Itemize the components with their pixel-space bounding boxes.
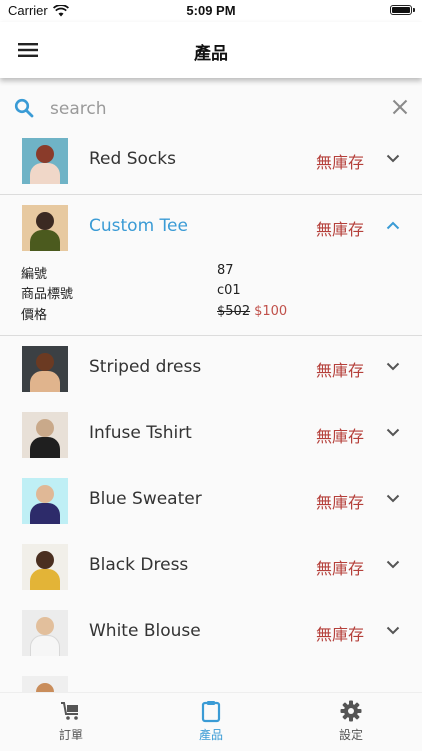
status-time: 5:09 PM xyxy=(186,3,236,18)
chevron-up-icon[interactable] xyxy=(386,221,400,230)
clear-search-icon[interactable] xyxy=(392,99,408,115)
detail-sku-value: c01 xyxy=(217,283,241,298)
product-image xyxy=(22,544,68,590)
stock-status: 無庫存 xyxy=(315,153,364,172)
search-icon xyxy=(14,98,34,118)
stock-status: 無庫存 xyxy=(315,427,364,446)
product-row[interactable]: Infuse Tshirt 無庫存 xyxy=(0,402,422,468)
product-name: White Blouse xyxy=(89,621,201,641)
detail-id-label: 編號 xyxy=(21,267,48,282)
tab-settings[interactable]: 設定 xyxy=(281,699,421,745)
cart-icon xyxy=(61,702,78,720)
search-input[interactable] xyxy=(48,95,372,123)
product-list: Red Socks 無庫存 Custom Tee 無庫存 編號 87 商品標號 … xyxy=(0,128,422,692)
product-row[interactable]: White Blouse 無庫存 xyxy=(0,600,422,666)
chevron-down-icon[interactable] xyxy=(386,560,400,569)
app-bar: 產品 xyxy=(0,22,422,78)
product-row[interactable]: Blue Sweater 無庫存 xyxy=(0,468,422,534)
tab-products-label: 產品 xyxy=(198,728,223,742)
product-row[interactable]: Red Socks 無庫存 xyxy=(0,128,422,194)
product-name: Infuse Tshirt xyxy=(89,423,192,443)
chevron-down-icon[interactable] xyxy=(386,428,400,437)
detail-price: $502 $100 xyxy=(217,304,287,319)
tab-settings-label: 設定 xyxy=(338,728,363,742)
tab-orders-label: 訂單 xyxy=(58,728,83,742)
gear-icon xyxy=(340,700,362,722)
chevron-down-icon[interactable] xyxy=(386,494,400,503)
chevron-down-icon[interactable] xyxy=(386,154,400,163)
stock-status: 無庫存 xyxy=(315,493,364,512)
product-image xyxy=(22,138,68,184)
product-image xyxy=(22,478,68,524)
product-name: Striped dress xyxy=(89,357,202,377)
product-detail-panel: 編號 87 商品標號 c01 價格 $502 $100 xyxy=(0,261,422,335)
product-name: Black Dress xyxy=(89,555,189,575)
stock-status: 無庫存 xyxy=(315,559,364,578)
sale-price: $100 xyxy=(254,304,288,319)
detail-id-value: 87 xyxy=(217,263,234,278)
stock-status: 無庫存 xyxy=(315,220,364,239)
search-bar xyxy=(0,88,422,128)
product-image xyxy=(22,205,68,251)
product-image xyxy=(22,346,68,392)
clipboard-icon xyxy=(201,701,221,723)
chevron-down-icon[interactable] xyxy=(386,626,400,635)
product-row-expanded[interactable]: Custom Tee 無庫存 xyxy=(0,195,422,261)
tab-products[interactable]: 產品 xyxy=(141,699,281,745)
product-image xyxy=(22,676,68,692)
status-bar: Carrier 5:09 PM xyxy=(0,0,422,22)
stock-status: 無庫存 xyxy=(315,361,364,380)
product-name: Red Socks xyxy=(89,149,176,169)
product-name: Custom Tee xyxy=(89,216,188,236)
stock-status: 無庫存 xyxy=(315,625,364,644)
product-row[interactable]: Black Dress 無庫存 xyxy=(0,534,422,600)
product-image xyxy=(22,412,68,458)
product-name: Blue Sweater xyxy=(89,489,202,509)
detail-sku-label: 商品標號 xyxy=(21,287,74,302)
product-row-partial[interactable] xyxy=(0,666,422,692)
product-row[interactable]: Striped dress 無庫存 xyxy=(0,336,422,402)
product-image xyxy=(22,610,68,656)
battery-icon xyxy=(390,5,415,15)
bottom-navigation: 訂單 產品 設定 xyxy=(0,692,422,751)
tab-orders[interactable]: 訂單 xyxy=(1,699,141,745)
product-list-screen: Red Socks 無庫存 Custom Tee 無庫存 編號 87 商品標號 … xyxy=(0,78,422,692)
page-title: 產品 xyxy=(194,44,228,64)
chevron-down-icon[interactable] xyxy=(386,362,400,371)
original-price: $502 xyxy=(217,304,251,319)
detail-price-label: 價格 xyxy=(21,308,48,323)
